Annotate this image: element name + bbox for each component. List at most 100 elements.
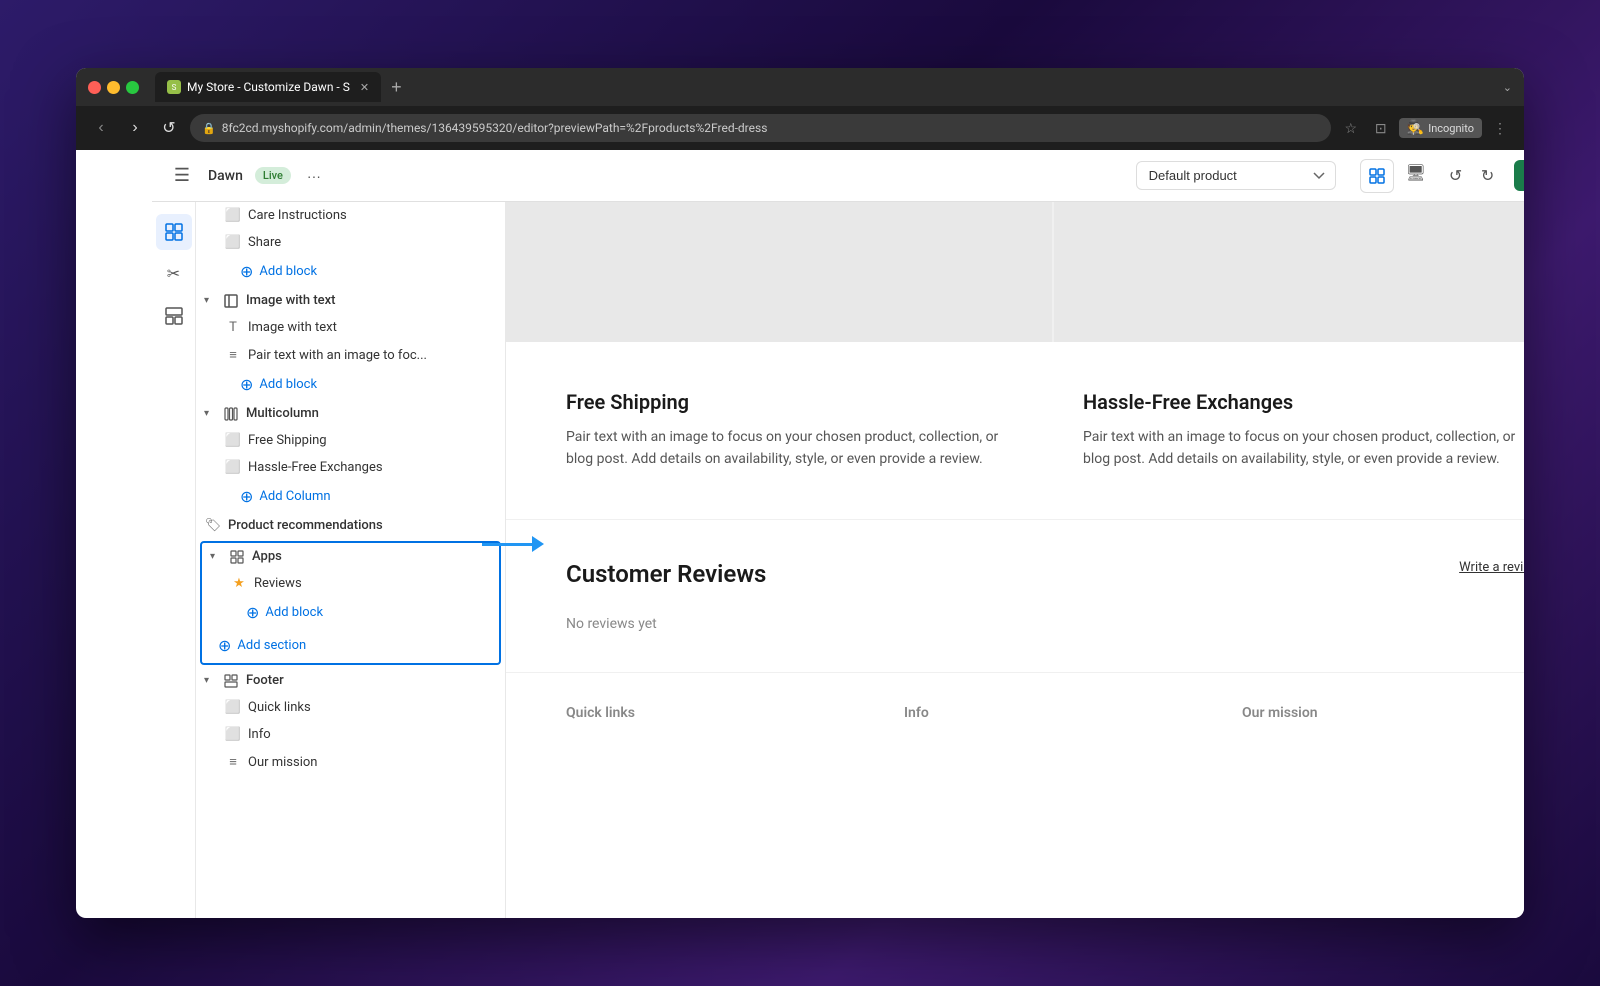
star-icon: ★ <box>230 576 248 591</box>
product-recommendations-section[interactable]: 🏷 Product recommendations <box>196 512 505 539</box>
browser-window: S My Store - Customize Dawn - S ✕ + ⌄ ‹ … <box>76 68 1524 918</box>
preview-free-shipping: Free Shipping Pair text with an image to… <box>566 390 1023 471</box>
preview-reviews-section: Customer Reviews Write a review No revie… <box>506 519 1524 672</box>
plus-circle-icon: ⊕ <box>218 636 231 655</box>
tab-close-icon[interactable]: ✕ <box>360 81 369 94</box>
nav-forward-button[interactable]: › <box>122 115 148 141</box>
tab-favicon: S <box>167 80 181 94</box>
info-item[interactable]: ⬜ Info <box>196 721 505 748</box>
blue-arrow-indicator <box>482 536 544 552</box>
apps-section-highlight: ▾ Apps ★ Reviews ⊕ Add block ⊕ Add sec <box>200 541 501 665</box>
chevron-down-icon-2: ▾ <box>204 408 216 419</box>
icon-sidebar: ✂ <box>152 202 196 918</box>
quick-links-item[interactable]: ⬜ Quick links <box>196 694 505 721</box>
product-selector[interactable]: Default product <box>1136 161 1336 190</box>
free-shipping-text: Pair text with an image to focus on your… <box>566 426 1023 471</box>
sections-grid-icon[interactable] <box>1360 159 1394 193</box>
tab-area: S My Store - Customize Dawn - S ✕ + ⌄ <box>155 72 1512 102</box>
add-panel-button[interactable] <box>156 298 192 334</box>
section-icon-5: ⬜ <box>224 700 242 715</box>
customize-panel-button[interactable]: ✂ <box>156 256 192 292</box>
more-options-button[interactable]: ··· <box>303 164 325 188</box>
incognito-icon: 🕵 <box>1407 120 1424 136</box>
section-icon: ⬜ <box>224 208 242 223</box>
free-shipping-title: Free Shipping <box>566 390 1023 414</box>
preview-footer-section: Quick links Info Our mission <box>506 672 1524 753</box>
main-layout: ✂ ⬜ Care Instructions ⬜ Share <box>152 202 1524 918</box>
image-with-text-icon <box>222 294 240 308</box>
multicolumn-section[interactable]: ▾ Multicolumn <box>196 400 505 427</box>
nav-back-button[interactable]: ‹ <box>88 115 114 141</box>
chevron-down-icon: ▾ <box>204 295 216 306</box>
plus-icon: ⊕ <box>240 262 253 281</box>
view-controls: 🖥 <box>1360 159 1430 193</box>
arrow-line <box>482 543 532 546</box>
footer-icon <box>222 674 240 688</box>
lines-icon-2: ≡ <box>224 754 242 770</box>
incognito-badge: 🕵 Incognito <box>1399 118 1482 138</box>
tag-icon: 🏷 <box>204 518 222 533</box>
image-with-text-item[interactable]: T Image with text <box>196 314 505 341</box>
maximize-button[interactable] <box>126 81 139 94</box>
image-with-text-section[interactable]: ▾ Image with text <box>196 287 505 314</box>
add-block-button-2[interactable]: ⊕ Add block <box>196 369 505 400</box>
preview-area[interactable]: Free Shipping Pair text with an image to… <box>506 202 1524 918</box>
hassle-free-text: Pair text with an image to focus on your… <box>1083 426 1524 471</box>
footer-info: Info <box>904 705 1202 721</box>
redo-button[interactable]: ↻ <box>1474 162 1502 190</box>
write-review-link[interactable]: Write a review <box>1459 560 1524 575</box>
reviews-item[interactable]: ★ Reviews <box>202 570 499 597</box>
sidebar-toggle-button[interactable]: ☰ <box>168 162 196 190</box>
sections-panel: ⬜ Care Instructions ⬜ Share ⊕ Add block … <box>196 202 506 918</box>
lock-icon: 🔒 <box>202 122 216 135</box>
add-block-button-3[interactable]: ⊕ Add block <box>202 597 499 628</box>
section-icon-3: ⬜ <box>224 433 242 448</box>
undo-redo-controls: ↺ ↻ <box>1442 162 1502 190</box>
free-shipping-item[interactable]: ⬜ Free Shipping <box>196 427 505 454</box>
share-item[interactable]: ⬜ Share <box>196 229 505 256</box>
url-bar[interactable]: 🔒 8fc2cd.myshopify.com/admin/themes/1364… <box>190 114 1331 142</box>
footer-section[interactable]: ▾ Footer <box>196 667 505 694</box>
our-mission-item[interactable]: ≡ Our mission <box>196 748 505 776</box>
bookmark-icon[interactable]: ☆ <box>1339 116 1363 140</box>
chevron-down-icon-3: ▾ <box>210 551 222 562</box>
chevron-down-icon-4: ▾ <box>204 675 216 686</box>
preview-image-col-2 <box>1054 202 1524 342</box>
care-instructions-item[interactable]: ⬜ Care Instructions <box>196 202 505 229</box>
section-icon-4: ⬜ <box>224 460 242 475</box>
preview-content: Free Shipping Pair text with an image to… <box>506 202 1524 918</box>
app-toolbar: ☰ Dawn Live ··· Default product 🖥 ↺ ↻ Sa… <box>152 150 1524 202</box>
new-tab-button[interactable]: + <box>385 75 408 100</box>
nav-reload-button[interactable]: ↺ <box>156 115 182 141</box>
arrow-head <box>532 536 544 552</box>
add-block-button-1[interactable]: ⊕ Add block <box>196 256 505 287</box>
desktop-view-button[interactable]: 🖥 <box>1402 159 1430 187</box>
live-badge: Live <box>255 167 291 184</box>
pair-text-item[interactable]: ≡ Pair text with an image to foc... <box>196 341 505 369</box>
add-section-button[interactable]: ⊕ Add section <box>202 628 499 663</box>
apps-grid-icon <box>228 550 246 564</box>
theme-label: Dawn <box>208 168 243 184</box>
sections-panel-button[interactable] <box>156 214 192 250</box>
tab-overflow-icon[interactable]: ⌄ <box>1503 81 1512 94</box>
footer-quick-links: Quick links <box>566 705 864 721</box>
lines-icon: ≡ <box>224 347 242 363</box>
minimize-button[interactable] <box>107 81 120 94</box>
split-view-icon[interactable]: ⊡ <box>1369 116 1393 140</box>
apps-section[interactable]: ▾ Apps <box>202 543 499 570</box>
traffic-lights <box>88 81 139 94</box>
plus-icon-2: ⊕ <box>240 375 253 394</box>
add-column-button[interactable]: ⊕ Add Column <box>196 481 505 512</box>
undo-button[interactable]: ↺ <box>1442 162 1470 190</box>
close-button[interactable] <box>88 81 101 94</box>
preview-hassle-free: Hassle-Free Exchanges Pair text with an … <box>1083 390 1524 471</box>
tab-title: My Store - Customize Dawn - S <box>187 80 350 94</box>
hassle-free-item[interactable]: ⬜ Hassle-Free Exchanges <box>196 454 505 481</box>
customer-reviews-title: Customer Reviews <box>566 560 766 588</box>
no-reviews-text: No reviews yet <box>566 616 1524 632</box>
browser-menu-button[interactable]: ⋮ <box>1488 116 1512 140</box>
active-tab[interactable]: S My Store - Customize Dawn - S ✕ <box>155 72 381 102</box>
preview-product-images <box>506 202 1524 342</box>
save-button[interactable]: Save <box>1514 160 1524 191</box>
section-icon: ⬜ <box>224 235 242 250</box>
